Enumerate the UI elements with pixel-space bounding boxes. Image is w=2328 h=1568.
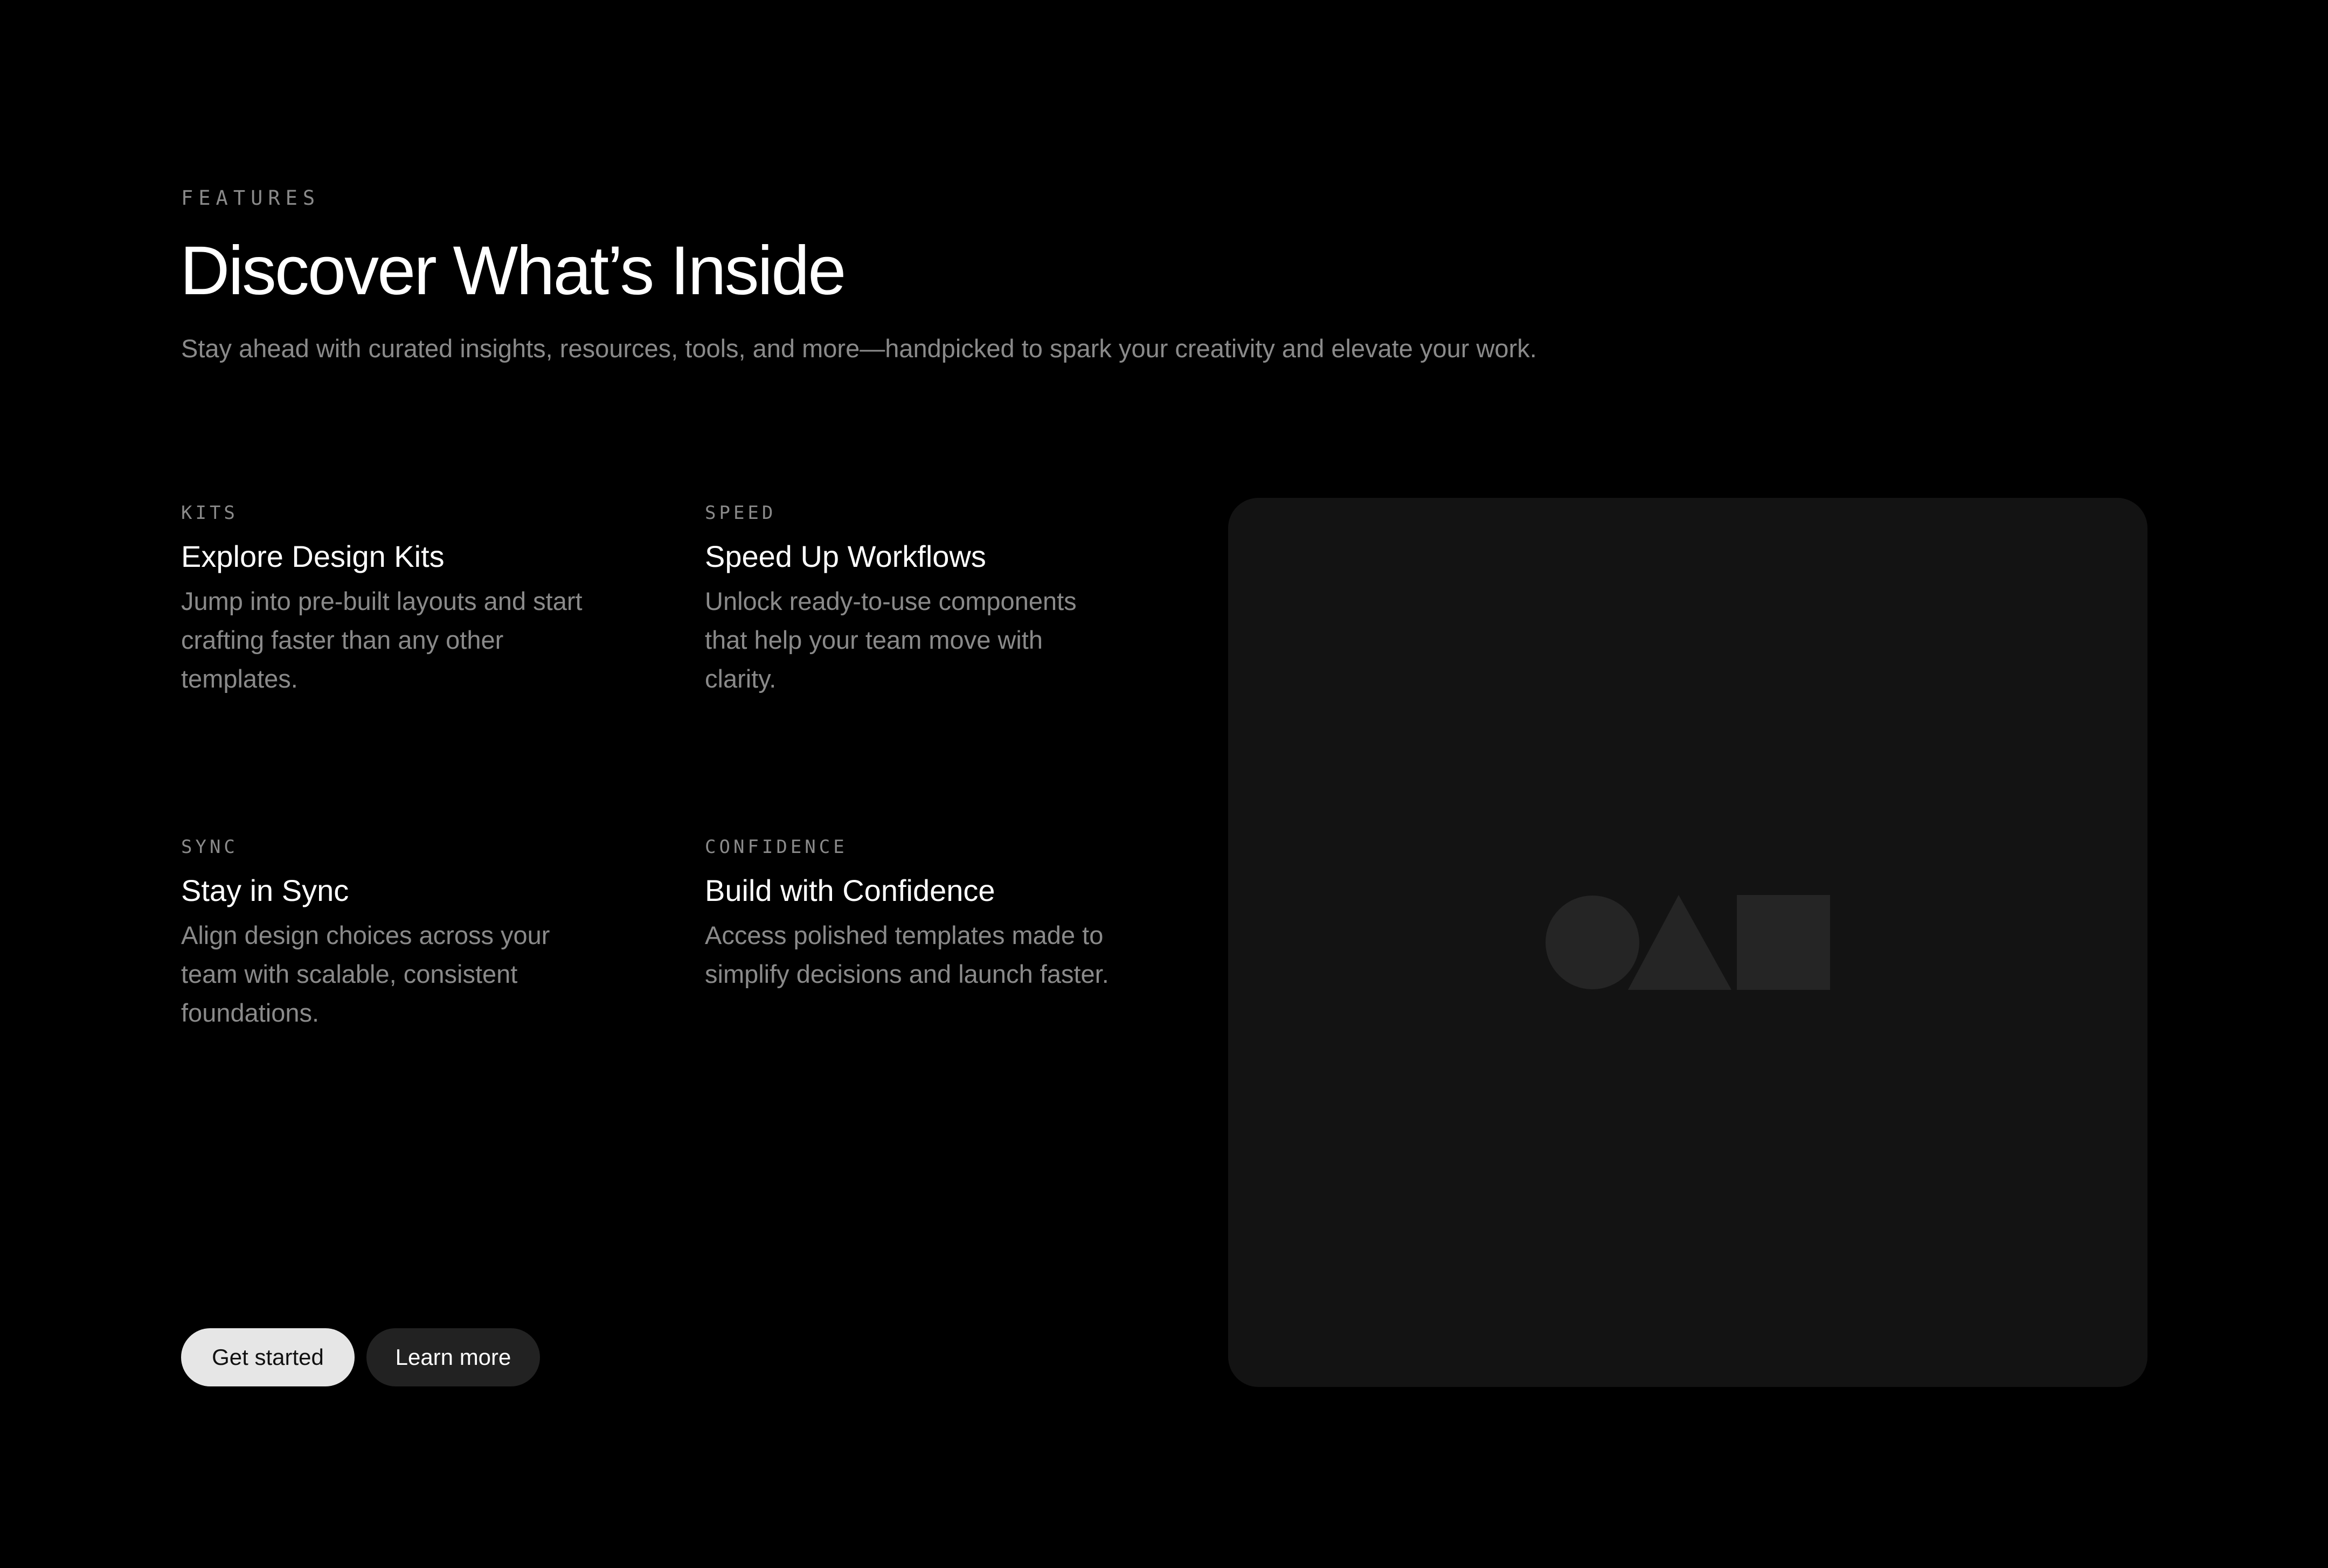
feature-description: Unlock ready-to-use components that help… bbox=[705, 587, 1077, 693]
section-subtitle: Stay ahead with curated insights, resour… bbox=[181, 334, 1537, 363]
section-eyebrow: FEATURES bbox=[181, 186, 321, 210]
feature-description: Align design choices across your team wi… bbox=[181, 921, 550, 1027]
feature-speed: SPEED Speed Up Workflows Unlock ready-to… bbox=[705, 501, 1114, 698]
get-started-button[interactable]: Get started bbox=[181, 1328, 355, 1386]
feature-kits: KITS Explore Design Kits Jump into pre-b… bbox=[181, 501, 591, 698]
feature-eyebrow: SYNC bbox=[181, 836, 238, 858]
feature-title: Build with Confidence bbox=[705, 873, 995, 907]
shapes-placeholder-icon bbox=[1546, 895, 1830, 990]
feature-description: Access polished templates made to simpli… bbox=[705, 921, 1109, 988]
feature-title: Stay in Sync bbox=[181, 873, 349, 907]
triangle-icon bbox=[1628, 895, 1731, 990]
square-icon bbox=[1737, 895, 1830, 990]
feature-title: Explore Design Kits bbox=[181, 539, 445, 573]
feature-eyebrow: CONFIDENCE bbox=[705, 836, 848, 858]
feature-confidence: CONFIDENCE Build with Confidence Access … bbox=[705, 835, 1114, 994]
learn-more-button[interactable]: Learn more bbox=[366, 1328, 540, 1386]
feature-eyebrow: KITS bbox=[181, 502, 238, 524]
feature-title: Speed Up Workflows bbox=[705, 539, 986, 573]
media-placeholder-card bbox=[1228, 498, 2147, 1387]
feature-description: Jump into pre-built layouts and start cr… bbox=[181, 587, 583, 693]
feature-eyebrow: SPEED bbox=[705, 502, 777, 524]
page-title: Discover What’s Inside bbox=[180, 232, 846, 309]
feature-sync: SYNC Stay in Sync Align design choices a… bbox=[181, 835, 591, 1032]
circle-icon bbox=[1546, 896, 1639, 989]
